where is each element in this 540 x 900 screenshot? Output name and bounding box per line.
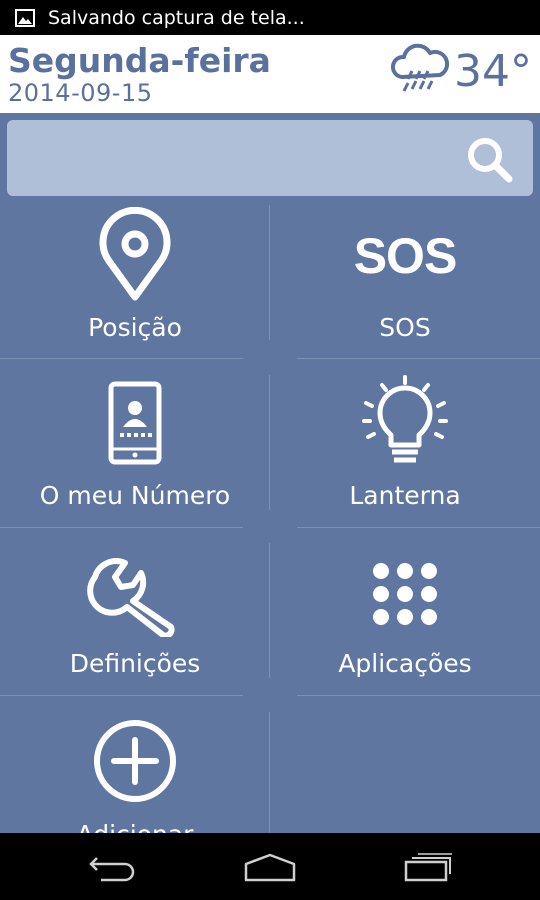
date-weather-header: Segunda-feira 2014-09-15 34° xyxy=(0,35,540,113)
status-bar: Salvando captura de tela... xyxy=(0,0,540,35)
tile-posicao[interactable]: Posição xyxy=(0,205,270,374)
tile-label: Adicionar xyxy=(0,820,270,833)
tile-lanterna[interactable]: Lanterna xyxy=(270,375,540,544)
navigation-bar xyxy=(0,833,540,900)
tile-label: SOS xyxy=(379,313,431,342)
tile-label: O meu Número xyxy=(39,481,231,510)
recent-apps-icon[interactable] xyxy=(398,847,458,887)
tile-label: Definições xyxy=(69,649,201,678)
weather-widget[interactable]: 34° xyxy=(390,43,532,100)
lightbulb-icon xyxy=(270,375,540,471)
location-pin-icon xyxy=(0,207,270,303)
sos-icon: SOS xyxy=(353,228,458,284)
current-date: 2014-09-15 xyxy=(8,79,153,107)
tile-adicionar[interactable]: Adicionar xyxy=(0,712,270,833)
tile-o-meu-numero[interactable]: O meu Número xyxy=(0,375,270,544)
search-icon[interactable] xyxy=(465,135,515,183)
phone-contact-icon xyxy=(0,381,270,465)
tile-label: Posição xyxy=(88,313,182,342)
temperature: 34° xyxy=(454,46,532,97)
tile-sos[interactable]: SOS SOS xyxy=(270,205,540,374)
back-icon[interactable] xyxy=(82,847,142,887)
tile-aplicacoes[interactable]: Aplicações xyxy=(270,543,540,712)
apps-grid-icon xyxy=(270,561,540,627)
wrench-icon xyxy=(0,557,270,637)
add-circle-icon xyxy=(0,718,270,804)
notification-text: Salvando captura de tela... xyxy=(48,6,305,29)
rain-cloud-icon xyxy=(390,43,450,100)
image-notification-icon xyxy=(14,7,36,29)
day-of-week: Segunda-feira xyxy=(8,41,271,80)
home-icon[interactable] xyxy=(240,847,300,887)
tile-definicoes[interactable]: Definições xyxy=(0,543,270,712)
search-input[interactable] xyxy=(7,120,463,198)
search-bar xyxy=(7,120,533,198)
app-grid: Posição SOS SOS O meu Número Lanterna De… xyxy=(0,205,540,833)
tile-label: Aplicações xyxy=(338,649,472,678)
tile-label: Lanterna xyxy=(349,481,461,510)
